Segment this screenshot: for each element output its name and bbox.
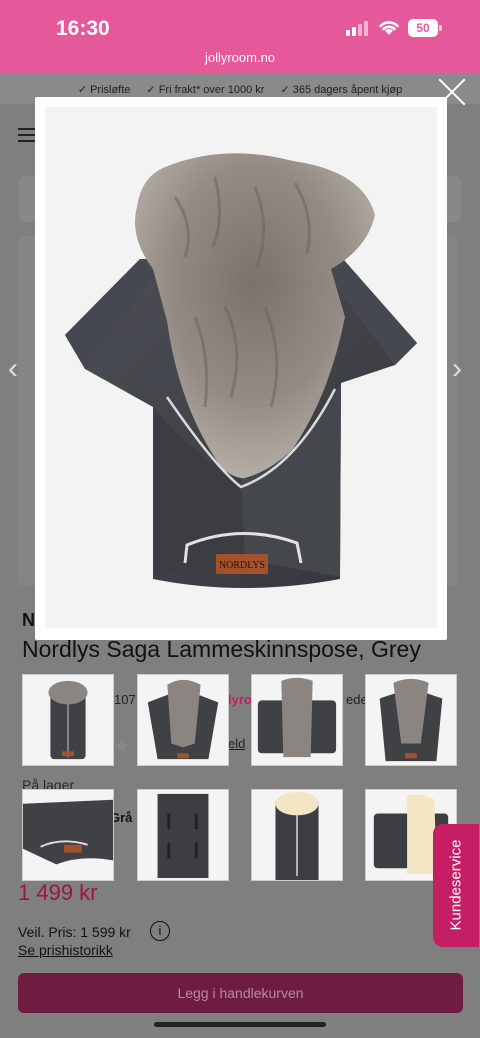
thumbnail-image[interactable] [251, 674, 343, 766]
list-price: Veil. Pris: 1 599 kr [18, 924, 131, 940]
status-bar: 16:30 50 jollyroom.no [0, 0, 480, 74]
url-bar[interactable]: jollyroom.no [0, 50, 480, 65]
chevron-right-icon[interactable]: › [452, 352, 462, 386]
partner-label: lyro [228, 692, 252, 707]
image-lightbox: NORDLYS [35, 97, 447, 640]
home-indicator [154, 1022, 326, 1027]
usp-item: Prisløfte [78, 83, 130, 96]
thumbnail-image[interactable] [365, 674, 457, 766]
usp-item: 365 dagers åpent kjøp [280, 83, 402, 96]
star-icon: ★ [114, 736, 131, 756]
product-title: Nordlys Saga Lammeskinnspose, Grey [22, 636, 421, 662]
brand-name[interactable]: N [22, 610, 35, 631]
battery-icon: 50 [408, 19, 438, 37]
battery-tip [439, 25, 442, 31]
close-icon[interactable] [434, 74, 470, 110]
product-price: 1 499 kr [18, 880, 98, 905]
thumbnail-image[interactable] [22, 789, 114, 881]
customer-service-tab[interactable]: Kundeservice [433, 824, 479, 947]
rating-count: 107 [114, 692, 136, 707]
logo-patch-text: NORDLYS [219, 560, 265, 571]
info-icon[interactable]: i [150, 921, 170, 941]
thumbnail-image[interactable] [251, 789, 343, 881]
thumbnail-image[interactable] [137, 674, 229, 766]
customer-service-label: Kundeservice [447, 839, 465, 931]
reviews-link[interactable]: eld [228, 736, 245, 751]
product-photo: NORDLYS [65, 153, 417, 588]
menu-icon[interactable] [18, 128, 36, 142]
price-history-link[interactable]: Se prishistorikk [18, 942, 113, 958]
usp-item: Fri frakt* over 1000 kr [146, 83, 265, 96]
add-to-cart-button[interactable]: Legg i handlekurven [18, 973, 463, 1013]
cellular-signal-icon [346, 20, 370, 36]
status-time: 16:30 [56, 17, 110, 40]
wifi-icon [379, 21, 399, 35]
thumbnail-image[interactable] [137, 789, 229, 881]
chevron-left-icon[interactable]: ‹ [8, 352, 18, 386]
thumbnail-image[interactable] [22, 674, 114, 766]
